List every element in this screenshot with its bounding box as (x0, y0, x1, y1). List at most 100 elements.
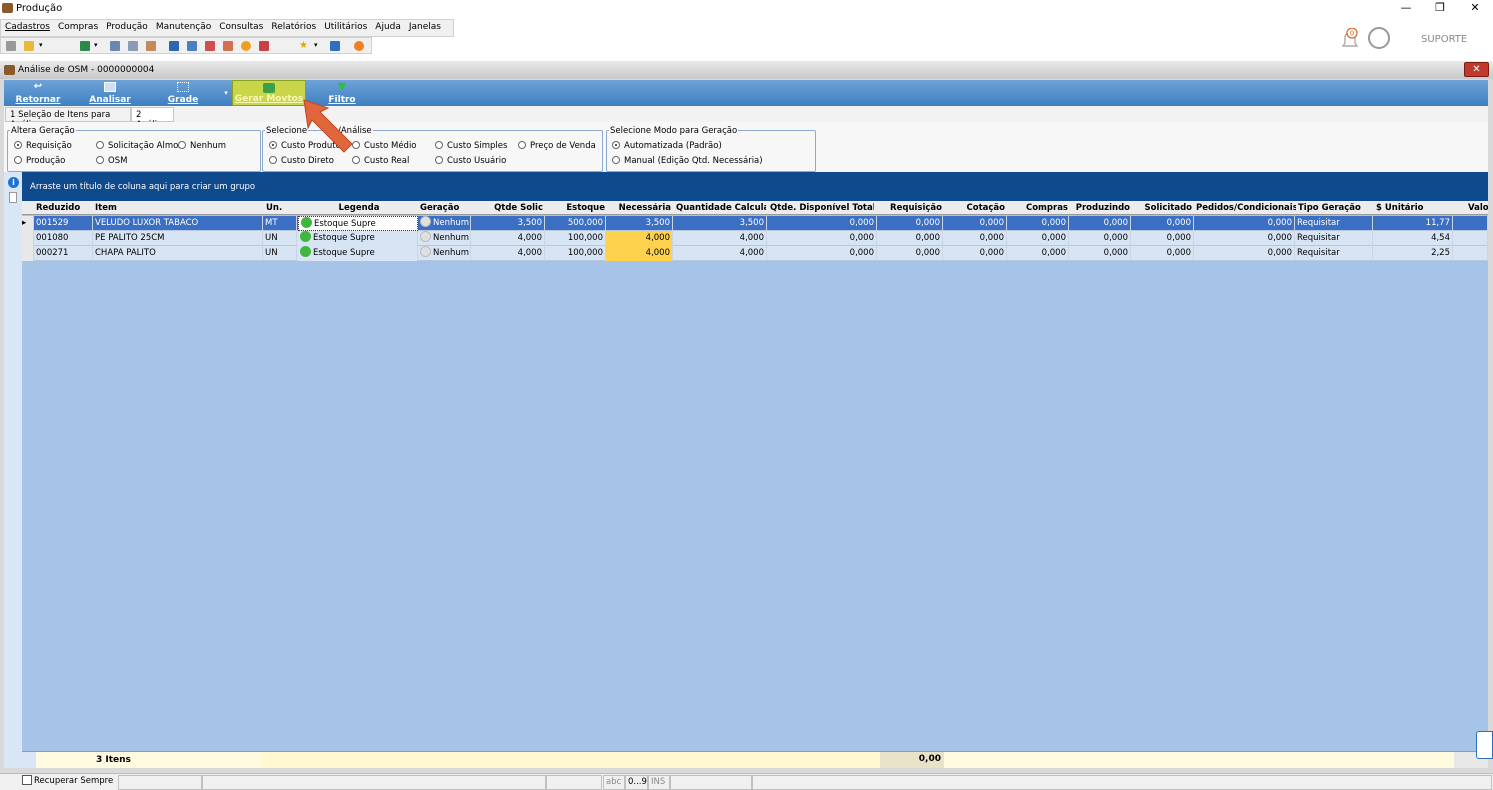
col-estoque[interactable]: Estoque (546, 203, 605, 213)
search-document-icon[interactable] (259, 41, 269, 51)
bell-icon[interactable]: 0 (1338, 28, 1362, 52)
calendar-icon[interactable] (146, 41, 156, 51)
document-icon[interactable] (128, 41, 138, 51)
table-cell[interactable]: 0,000 (877, 246, 943, 261)
table-cell[interactable]: 100,000 (545, 231, 606, 246)
table-cell[interactable]: 0,000 (1007, 246, 1069, 261)
col-qtde-disponivel-total[interactable]: Qtde. Disponível Total (770, 203, 874, 213)
table-cell[interactable]: 001080 (34, 231, 93, 246)
table-cell[interactable]: 4,000 (606, 246, 673, 261)
menu-compras[interactable]: Compras (54, 20, 102, 34)
row-indicator[interactable] (22, 231, 34, 246)
table-cell[interactable]: 0,000 (1007, 231, 1069, 246)
document-icon[interactable] (110, 41, 120, 51)
table-cell[interactable]: 0,000 (943, 246, 1007, 261)
table-cell[interactable]: 0,000 (767, 246, 877, 261)
document-close-button[interactable]: ✕ (1464, 62, 1489, 77)
table-cell[interactable]: PE PALITO 25CM (93, 231, 263, 246)
sync-icon[interactable] (1476, 731, 1493, 759)
table-cell[interactable]: 0,000 (1131, 246, 1194, 261)
coin-icon[interactable] (241, 41, 251, 51)
table-cell[interactable]: 0,000 (1194, 246, 1295, 261)
table-cell[interactable] (1453, 246, 1488, 261)
radio-producao[interactable]: Produção (14, 156, 65, 166)
radio-custo-medio[interactable]: Custo Médio (352, 141, 417, 151)
report-icon[interactable] (169, 41, 179, 51)
col-produzindo[interactable]: Produzindo (1072, 203, 1130, 213)
table-cell[interactable]: 4,000 (606, 231, 673, 246)
col-compras[interactable]: Compras (1008, 203, 1068, 213)
table-cell[interactable]: Estoque Supre (298, 246, 418, 261)
table-cell[interactable]: 0,000 (767, 216, 877, 231)
table-cell[interactable]: 3,500 (673, 216, 767, 231)
col-necessaria[interactable]: Necessária (608, 203, 671, 213)
table-cell[interactable]: 3,500 (471, 216, 545, 231)
table-cell[interactable]: 500,000 (545, 216, 606, 231)
table-cell[interactable] (1453, 231, 1488, 246)
table-cell[interactable]: 0,000 (877, 216, 943, 231)
table-cell[interactable]: 4,000 (471, 231, 545, 246)
cart-icon[interactable] (80, 41, 90, 51)
star-icon[interactable]: ★ (299, 41, 309, 51)
row-indicator[interactable] (22, 246, 34, 261)
power-icon[interactable] (354, 41, 364, 51)
radio-nenhum[interactable]: Nenhum (178, 141, 226, 151)
menu-janelas[interactable]: Janelas (405, 20, 445, 34)
col-valor[interactable]: Valo (1468, 203, 1488, 213)
radio-solicitacao-almox[interactable]: Solicitação Almox (96, 141, 183, 151)
col-unitario[interactable]: $ Unitário (1376, 203, 1452, 213)
close-button[interactable]: ✕ (1458, 0, 1492, 17)
row-indicator[interactable]: ▸ (22, 216, 34, 231)
radio-requisicao[interactable]: Requisição (14, 141, 72, 151)
radio-custo-simples[interactable]: Custo Simples (435, 141, 507, 151)
tab-analise[interactable]: 2 Análise (131, 107, 174, 130)
minimize-button[interactable]: — (1389, 0, 1423, 17)
table-cell[interactable]: CHAPA PALITO (93, 246, 263, 261)
col-geracao[interactable]: Geração (420, 203, 490, 213)
radio-osm[interactable]: OSM (96, 156, 127, 166)
table-cell[interactable]: 000271 (34, 246, 93, 261)
radio-manual[interactable]: Manual (Edição Qtd. Necessária) (612, 156, 763, 166)
table-cell[interactable]: Requisitar (1295, 216, 1373, 231)
calendar-icon[interactable] (223, 41, 233, 51)
grade-dropdown-icon[interactable]: ▾ (222, 80, 230, 106)
table-cell[interactable]: 0,000 (1194, 231, 1295, 246)
radio-custo-real[interactable]: Custo Real (352, 156, 409, 166)
table-cell[interactable]: Nenhum (418, 231, 471, 246)
dropdown-arrow-icon[interactable]: ▾ (314, 41, 320, 51)
recuperar-sempre-checkbox[interactable]: Recuperar Sempre (20, 775, 116, 790)
table-cell[interactable]: 11,77 (1373, 216, 1453, 231)
group-by-panel[interactable]: Arraste um título de coluna aqui para cr… (22, 172, 1488, 201)
dropdown-arrow-icon[interactable]: ▾ (94, 41, 100, 51)
calculator-icon[interactable] (187, 41, 197, 51)
menu-consultas[interactable]: Consultas (215, 20, 267, 34)
table-cell[interactable]: 100,000 (545, 246, 606, 261)
table-cell[interactable]: Nenhum (418, 246, 471, 261)
analisar-button[interactable]: Analisar (86, 80, 134, 106)
radio-preco-venda[interactable]: Preço de Venda (518, 141, 596, 151)
table-cell[interactable]: 001529 (34, 216, 93, 231)
col-requisicao[interactable]: Requisição (880, 203, 942, 213)
menu-relatorios[interactable]: Relatórios (267, 20, 320, 34)
table-cell[interactable]: 0,000 (943, 231, 1007, 246)
menu-producao[interactable]: Produção (102, 20, 152, 34)
table-cell[interactable]: Requisitar (1295, 246, 1373, 261)
table-cell[interactable]: MT (263, 216, 297, 231)
col-item[interactable]: Item (95, 203, 263, 213)
toolbar-icon-1[interactable] (6, 41, 16, 51)
col-un[interactable]: Un. (266, 203, 298, 213)
table-cell[interactable]: Requisitar (1295, 231, 1373, 246)
document-icon[interactable] (9, 192, 17, 203)
table-cell[interactable]: VELUDO LUXOR TABACO (93, 216, 263, 231)
table-cell[interactable]: Estoque Supre (298, 231, 418, 246)
table-cell[interactable]: 3,500 (606, 216, 673, 231)
menu-manutencao[interactable]: Manutenção (152, 20, 215, 34)
dropdown-arrow-icon[interactable]: ▾ (39, 41, 45, 51)
col-pedidos-condicionais[interactable]: Pedidos/Condicionais (1196, 203, 1296, 213)
table-cell[interactable]: UN (263, 231, 297, 246)
table-cell[interactable]: 0,000 (877, 231, 943, 246)
col-qtde-solic[interactable]: Qtde Solic (490, 203, 543, 213)
calendar-icon[interactable] (205, 41, 215, 51)
table-row[interactable]: ▸ 001529 VELUDO LUXOR TABACO MT Estoque Supr… (22, 216, 1488, 231)
folder-icon[interactable] (24, 41, 34, 51)
